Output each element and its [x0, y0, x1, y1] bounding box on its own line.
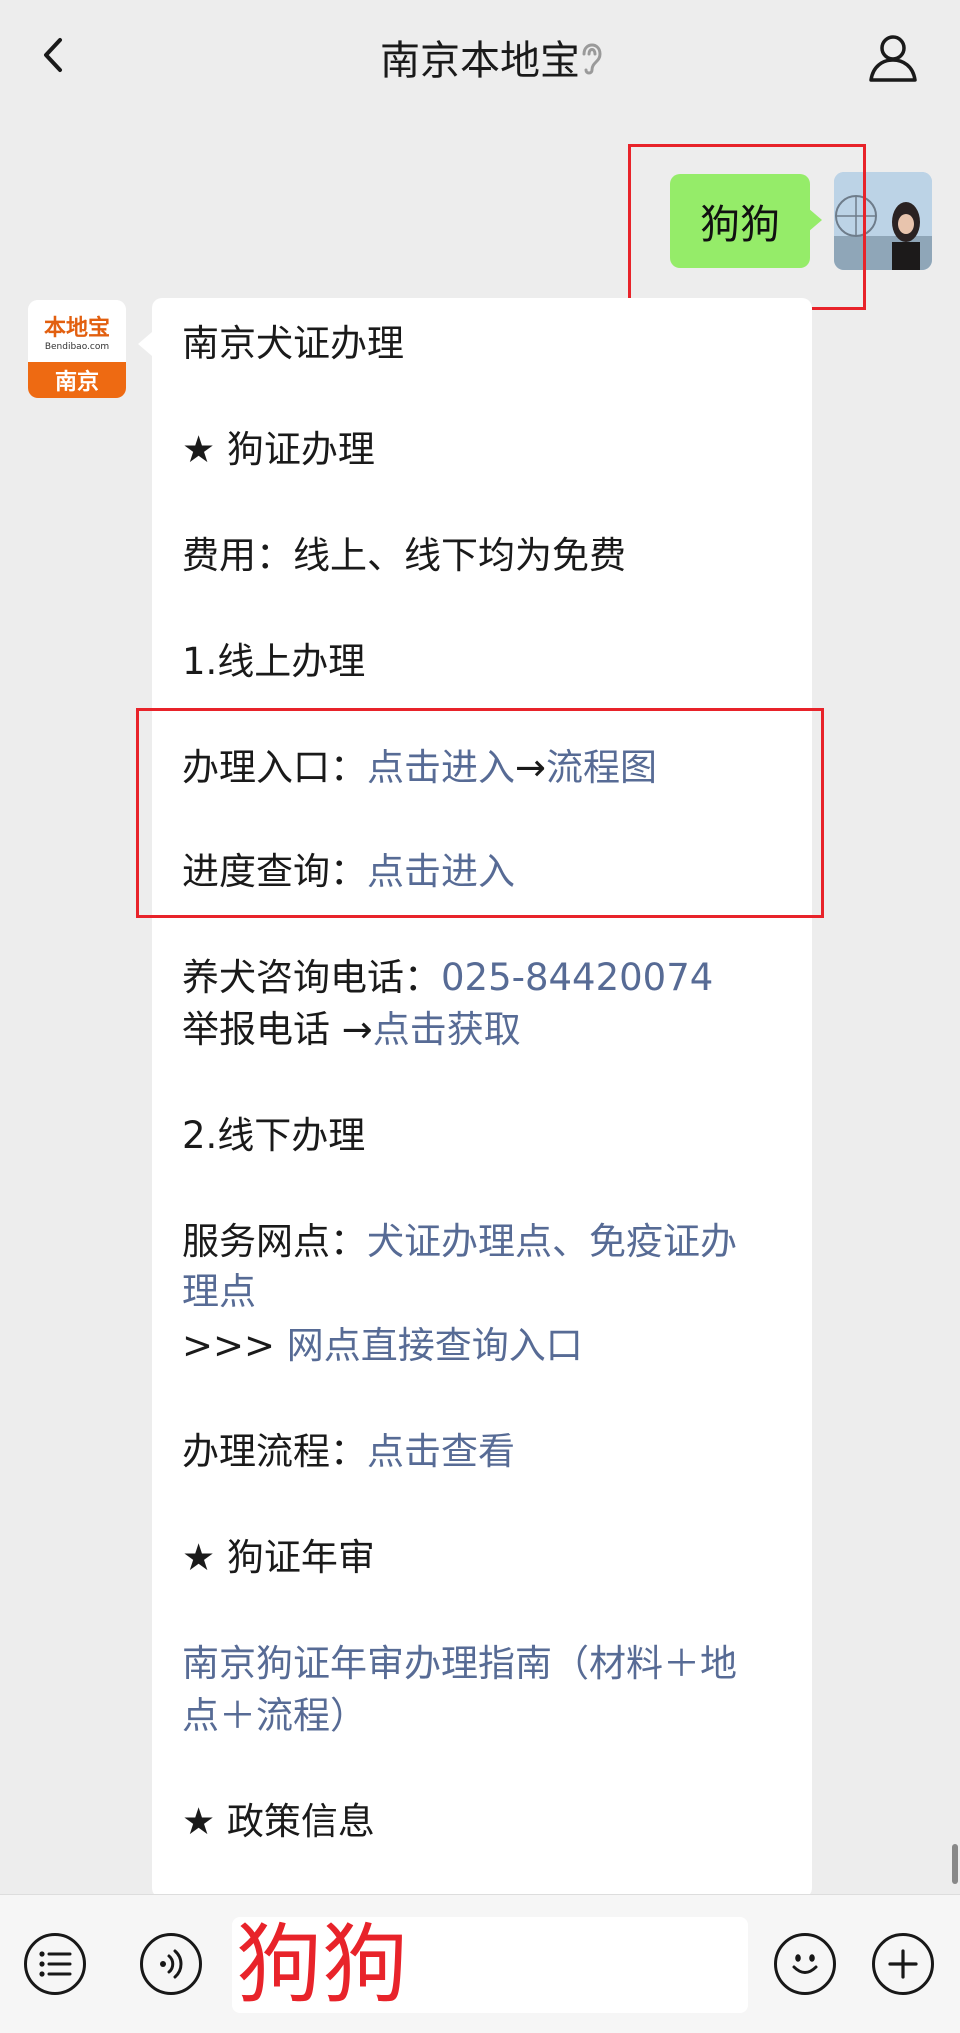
emoji-button[interactable]: [774, 1933, 836, 1995]
report-row: 举报电话 →点击获取: [182, 1004, 792, 1056]
report-label: 举报电话 →: [182, 1008, 373, 1051]
annual-guide-link-cont[interactable]: 点＋流程）: [182, 1690, 792, 1742]
more-plus-button[interactable]: [872, 1933, 934, 1995]
query-link[interactable]: 网点直接查询入口: [287, 1324, 583, 1367]
offline-heading: 2.线下办理: [182, 1114, 366, 1157]
brand-url-text: Bendibao.com: [44, 342, 110, 352]
process-label: 办理流程：: [182, 1430, 367, 1473]
plus-icon: [888, 1949, 918, 1979]
phone-number-link[interactable]: 025-84420074: [441, 956, 713, 999]
person-icon[interactable]: [866, 30, 920, 84]
brand-logo-area: 本地宝 Bendibao.com: [28, 300, 126, 362]
online-heading: 1.线上办理: [182, 640, 366, 683]
menu-list-button[interactable]: [24, 1933, 86, 1995]
service-link-cont[interactable]: 理点: [182, 1266, 792, 1318]
reply-bubble-tail: [138, 332, 152, 356]
reply-title: 南京犬证办理: [182, 322, 404, 365]
fee-text: 费用：线上、线下均为免费: [182, 534, 626, 577]
report-link[interactable]: 点击获取: [373, 1008, 521, 1051]
brand-avatar[interactable]: 本地宝 Bendibao.com 南京: [28, 300, 126, 398]
scrollbar-thumb[interactable]: [952, 1844, 958, 1884]
process-row: 办理流程：点击查看: [182, 1426, 792, 1478]
highlight-box-sent: [628, 144, 866, 310]
voice-icon: [160, 1949, 183, 1979]
service-link[interactable]: 犬证办理点、免疫证办: [367, 1220, 737, 1263]
list-icon: [39, 1951, 72, 1977]
section-policy: ★ 政策信息: [182, 1800, 375, 1843]
message-input[interactable]: 狗狗: [232, 1917, 748, 2013]
input-bar: 狗狗: [0, 1894, 960, 2033]
top-bar: 南京本地宝: [0, 0, 960, 112]
section-annual: ★ 狗证年审: [182, 1536, 375, 1579]
query-prefix: >>>: [182, 1324, 276, 1367]
annual-guide-link[interactable]: 南京狗证年审办理指南（材料＋地: [182, 1638, 792, 1690]
voice-button[interactable]: [140, 1933, 202, 1995]
highlight-box-entry: [136, 708, 824, 918]
message-input-text: 狗狗: [236, 1915, 408, 2015]
phone-row: 养犬咨询电话：025-84420074: [182, 952, 792, 1004]
phone-label: 养犬咨询电话：: [182, 956, 441, 999]
page-title: 南京本地宝: [380, 38, 580, 84]
section-dog-license: ★ 狗证办理: [182, 428, 375, 471]
process-link[interactable]: 点击查看: [367, 1430, 515, 1473]
brand-city: 南京: [28, 362, 126, 398]
service-label: 服务网点：: [182, 1220, 367, 1263]
query-row: >>> 网点直接查询入口: [182, 1320, 792, 1372]
brand-logo-text: 本地宝: [43, 316, 110, 341]
ear-icon: [582, 43, 602, 75]
emoji-icon: [792, 1954, 818, 1974]
service-row: 服务网点：犬证办理点、免疫证办: [182, 1216, 792, 1268]
